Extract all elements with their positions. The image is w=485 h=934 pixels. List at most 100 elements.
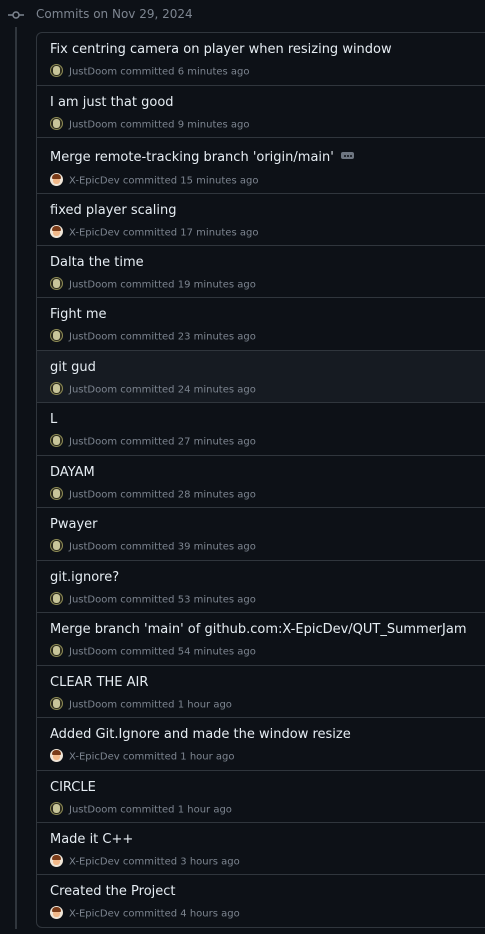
commit-action-text: committed	[120, 279, 175, 291]
commit-author-link[interactable]: JustDoom	[69, 385, 117, 396]
commit-meta: JustDoom committed 28 minutes ago	[50, 487, 256, 502]
commit-relative-time[interactable]: 39 minutes ago	[178, 542, 256, 553]
commit-list: Fix centring camera on player when resiz…	[36, 32, 485, 928]
commit-meta: JustDoom committed 54 minutes ago	[50, 644, 256, 659]
justdoom-avatar[interactable]	[50, 592, 63, 605]
commit-row[interactable]: Created the Project X-EpicDev committed 4…	[37, 875, 485, 927]
commit-row[interactable]: Added Git.Ignore and made the window res…	[37, 718, 485, 771]
commit-author-link[interactable]: JustDoom	[69, 437, 117, 448]
commit-action-text: committed	[120, 804, 175, 816]
commit-row[interactable]: I am just that good JustDoom committed 9 …	[37, 86, 485, 138]
commit-title-link[interactable]: I am just that good	[50, 95, 174, 111]
commit-relative-time[interactable]: 15 minutes ago	[180, 176, 258, 187]
justdoom-avatar[interactable]	[50, 277, 63, 290]
commit-relative-time[interactable]: 1 hour ago	[178, 805, 232, 816]
commit-title-link[interactable]: Fix centring camera on player when resiz…	[50, 42, 392, 58]
commit-title-link[interactable]: Created the Project	[50, 884, 176, 900]
commit-row[interactable]: Pwayer JustDoom committed 39 minutes ago	[37, 508, 485, 561]
commit-title-text: git.ignore?	[50, 570, 120, 585]
commit-relative-time[interactable]: 19 minutes ago	[178, 280, 256, 291]
commit-author-link[interactable]: X-EpicDev	[69, 909, 120, 920]
commit-author-link[interactable]: JustDoom	[69, 805, 117, 816]
commit-row[interactable]: git gud JustDoom committed 24 minutes ago	[37, 351, 485, 403]
commit-row[interactable]: fixed player scaling X-EpicDev committed …	[37, 194, 485, 246]
commit-author-link[interactable]: JustDoom	[69, 280, 117, 291]
commit-relative-time[interactable]: 3 hours ago	[180, 857, 239, 868]
commit-author-link[interactable]: JustDoom	[69, 542, 117, 553]
commit-title-link[interactable]: Added Git.Ignore and made the window res…	[50, 727, 351, 743]
commit-row[interactable]: L JustDoom committed 27 minutes ago	[37, 403, 485, 456]
commit-title-link[interactable]: Merge branch 'main' of github.com:X-Epic…	[50, 622, 467, 638]
commit-relative-time[interactable]: 17 minutes ago	[180, 228, 258, 239]
commit-row[interactable]: git.ignore? JustDoom committed 53 minutes…	[37, 561, 485, 613]
commit-relative-time[interactable]: 1 hour ago	[180, 752, 234, 763]
commit-relative-time[interactable]: 28 minutes ago	[178, 490, 256, 501]
justdoom-avatar[interactable]	[50, 329, 63, 342]
commit-title-link[interactable]: Pwayer	[50, 517, 97, 533]
epicdev-avatar[interactable]	[50, 854, 63, 867]
justdoom-avatar[interactable]	[50, 697, 63, 710]
commit-row[interactable]: CLEAR THE AIR JustDoom committed 1 hour a…	[37, 666, 485, 718]
commit-author-link[interactable]: JustDoom	[69, 647, 117, 658]
commit-author-link[interactable]: X-EpicDev	[69, 857, 120, 868]
commit-author-link[interactable]: JustDoom	[69, 332, 117, 343]
justdoom-avatar[interactable]	[50, 117, 63, 130]
commit-relative-time[interactable]: 1 hour ago	[178, 700, 232, 711]
commit-title-link[interactable]: CLEAR THE AIR	[50, 675, 148, 691]
justdoom-avatar[interactable]	[50, 487, 63, 500]
commit-title-link[interactable]: Fight me	[50, 307, 107, 323]
commit-title-text: Dalta the time	[50, 255, 144, 270]
commit-row[interactable]: Made it C++ X-EpicDev committed 3 hours a…	[37, 823, 485, 875]
commit-row[interactable]: Merge branch 'main' of github.com:X-Epic…	[37, 613, 485, 666]
commit-meta: X-EpicDev committed 15 minutes ago	[50, 173, 258, 188]
justdoom-avatar[interactable]	[50, 539, 63, 552]
commit-author-link[interactable]: JustDoom	[69, 120, 117, 131]
justdoom-avatar[interactable]	[50, 434, 63, 447]
commit-title-link[interactable]: git gud	[50, 360, 96, 376]
epicdev-avatar[interactable]	[50, 749, 63, 762]
commit-title-text: Merge branch 'main' of github.com:X-Epic…	[50, 622, 467, 637]
commit-action-text: committed	[120, 384, 175, 396]
commit-title-text: Merge remote-tracking branch 'origin/mai…	[50, 150, 334, 165]
commit-action-text: committed	[120, 699, 175, 711]
epicdev-avatar[interactable]	[50, 225, 63, 238]
commit-title-link[interactable]: Merge remote-tracking branch 'origin/mai…	[50, 150, 354, 166]
commit-relative-time[interactable]: 53 minutes ago	[178, 595, 256, 606]
commit-author-link[interactable]: X-EpicDev	[69, 752, 120, 763]
commit-author-link[interactable]: JustDoom	[69, 595, 117, 606]
commit-relative-time[interactable]: 23 minutes ago	[178, 332, 256, 343]
epicdev-avatar[interactable]	[50, 906, 63, 919]
commit-relative-time[interactable]: 54 minutes ago	[178, 647, 256, 658]
commit-title-link[interactable]: fixed player scaling	[50, 203, 176, 219]
commit-relative-time[interactable]: 9 minutes ago	[178, 120, 250, 131]
commit-row[interactable]: Merge remote-tracking branch 'origin/mai…	[37, 138, 485, 194]
commit-relative-time[interactable]: 27 minutes ago	[178, 437, 256, 448]
commit-row[interactable]: Dalta the time JustDoom committed 19 minu…	[37, 246, 485, 298]
commit-author-link[interactable]: X-EpicDev	[69, 228, 120, 239]
justdoom-avatar[interactable]	[50, 802, 63, 815]
commit-author-link[interactable]: JustDoom	[69, 67, 117, 78]
commit-title-link[interactable]: Made it C++	[50, 832, 133, 848]
epicdev-avatar[interactable]	[50, 173, 63, 186]
commit-author-link[interactable]: X-EpicDev	[69, 176, 120, 187]
commit-title-link[interactable]: Dalta the time	[50, 255, 144, 271]
commit-title-link[interactable]: git.ignore?	[50, 570, 119, 586]
commit-row[interactable]: Fix centring camera on player when resiz…	[37, 33, 485, 86]
commit-author-link[interactable]: JustDoom	[69, 700, 117, 711]
commit-row[interactable]: DAYAM JustDoom committed 28 minutes ago	[37, 456, 485, 508]
commit-row[interactable]: Fight me JustDoom committed 23 minutes ag…	[37, 298, 485, 351]
expand-commit-message-button[interactable]	[340, 152, 354, 159]
commit-relative-time[interactable]: 4 hours ago	[180, 909, 239, 920]
justdoom-avatar[interactable]	[50, 382, 63, 395]
commit-title-text: Fight me	[50, 307, 107, 322]
commit-title-link[interactable]: L	[50, 412, 57, 428]
commit-relative-time[interactable]: 6 minutes ago	[178, 67, 250, 78]
justdoom-avatar[interactable]	[50, 644, 63, 657]
commit-title-link[interactable]: DAYAM	[50, 465, 95, 481]
commit-title-link[interactable]: CIRCLE	[50, 780, 96, 796]
commit-action-text: committed	[120, 541, 175, 553]
commit-relative-time[interactable]: 24 minutes ago	[178, 385, 256, 396]
commit-row[interactable]: CIRCLE JustDoom committed 1 hour ago	[37, 771, 485, 823]
justdoom-avatar[interactable]	[50, 64, 63, 77]
commit-author-link[interactable]: JustDoom	[69, 490, 117, 501]
